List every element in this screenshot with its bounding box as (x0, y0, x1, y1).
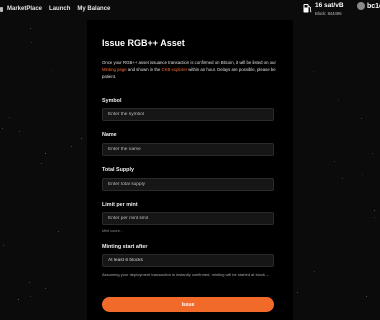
star-dot (31, 42, 32, 43)
star-dot (362, 174, 363, 175)
star-dot (374, 210, 375, 211)
name-input[interactable] (102, 143, 274, 156)
minting-start-note: Assuming your deployment transaction is … (102, 272, 269, 277)
star-dot (29, 282, 30, 283)
star-dot (9, 117, 10, 118)
star-dot (81, 138, 82, 139)
wallet-address: bc1q (367, 2, 380, 10)
top-nav: MarketPlace Launch My Balance 16 sat/vB … (0, 0, 380, 20)
block-height: Block: 844495 (315, 10, 342, 16)
name-label: Name (102, 132, 117, 138)
minting-start-input[interactable] (102, 254, 274, 267)
symbol-input[interactable] (102, 108, 274, 121)
star-dot (30, 28, 31, 29)
minting-page-link[interactable]: Minting page (102, 67, 127, 72)
star-dot (366, 296, 367, 297)
page-description: Once your RGB++ asset issuance transacti… (102, 59, 276, 80)
ckb-explorer-link[interactable]: CKB explorer (162, 67, 188, 72)
star-dot (58, 231, 59, 232)
description-text: Once your RGB++ asset issuance transacti… (102, 60, 276, 65)
total-supply-input[interactable] (102, 178, 274, 191)
star-dot (18, 299, 19, 300)
fee-indicator: 16 sat/vB Block: 844495 (303, 2, 344, 16)
star-dot (342, 178, 343, 179)
gas-pump-icon (303, 4, 312, 13)
star-dot (45, 288, 46, 289)
star-dot (297, 292, 298, 293)
nav-item-launch[interactable]: Launch (49, 6, 70, 12)
nav-item-my-balance[interactable]: My Balance (77, 6, 110, 12)
issue-button[interactable]: Issue (102, 297, 274, 312)
mint-count-hint: Mint count: - (102, 229, 123, 233)
symbol-label: Symbol (102, 98, 122, 104)
star-dot (374, 217, 375, 218)
description-text: and shown in the (126, 67, 162, 72)
minting-start-label: Minting start after (102, 244, 148, 250)
fee-rate: 16 sat/vB (315, 2, 344, 9)
star-dot (19, 131, 20, 132)
star-dot (314, 271, 315, 272)
star-dot (361, 118, 362, 119)
page-title: Issue RGB++ Asset (102, 38, 185, 48)
star-dot (338, 100, 339, 101)
star-dot (71, 146, 72, 147)
star-dot (3, 245, 4, 246)
wallet-avatar (357, 2, 365, 10)
star-dot (313, 71, 314, 72)
nav-links: MarketPlace Launch My Balance (7, 6, 110, 12)
limit-per-mint-label: Limit per mint (102, 202, 138, 208)
star-dot (30, 296, 31, 297)
nav-item-marketplace[interactable]: MarketPlace (7, 6, 42, 12)
star-dot (334, 161, 335, 162)
star-dot (45, 153, 46, 154)
star-dot (372, 153, 373, 154)
star-dot (41, 163, 42, 164)
logo (0, 7, 3, 12)
star-dot (2, 128, 3, 129)
wallet-button[interactable]: bc1q (357, 2, 380, 10)
limit-per-mint-input[interactable] (102, 212, 274, 225)
total-supply-label: Total Supply (102, 167, 134, 173)
star-dot (51, 70, 52, 71)
